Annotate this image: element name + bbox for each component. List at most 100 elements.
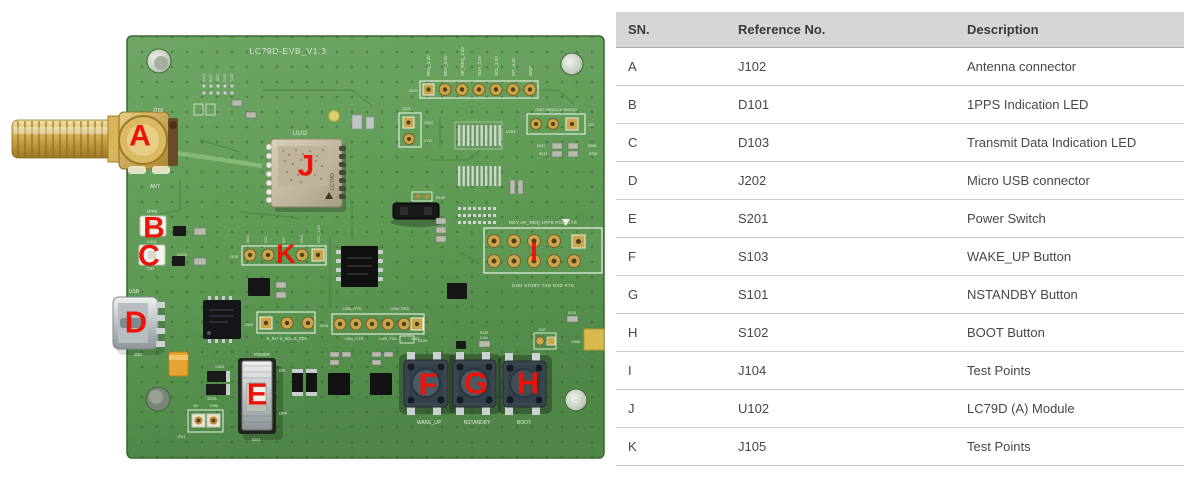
silk-boot: BOOT	[517, 420, 531, 426]
silk-j203-pin2: AP_REQ_3.3V	[460, 47, 465, 76]
silk-power: POWER	[254, 352, 270, 357]
cell-desc: Antenna connector	[955, 48, 1184, 86]
table-row-b: B D101 1PPS Indication LED	[616, 86, 1184, 124]
silk-ant: ANT	[150, 184, 160, 190]
silk-j204: J204	[319, 323, 328, 328]
silk-r129: R129	[418, 339, 427, 343]
marker-j: J	[298, 150, 315, 183]
silk-r236: R236	[589, 152, 598, 156]
cell-ref: S101	[726, 276, 955, 314]
silk-j20: J20	[588, 123, 594, 127]
silk-ref-r501: R501	[216, 74, 220, 82]
table-row-i: I J104 Test Points	[616, 352, 1184, 390]
table-row-a: A J102 Antenna connector	[616, 48, 1184, 86]
cell-ref: D101	[726, 86, 955, 124]
capacitor	[352, 115, 362, 129]
cell-ref: J102	[726, 48, 955, 86]
cell-desc: Transmit Data Indication LED	[955, 124, 1184, 162]
cell-sn: H	[616, 314, 726, 352]
silk-j104-bottom: GND STDBY TXD RXD RTS	[512, 283, 574, 288]
cell-desc: LC79D (A) Module	[955, 390, 1184, 428]
cell-ref: J104	[726, 352, 955, 390]
silk-j103-vcc: VCC	[424, 138, 433, 143]
silk-usb-cts: USB_CTS	[345, 336, 364, 341]
silk-j203-pin0: REQ_3.3V	[426, 55, 431, 76]
marker-g: G	[464, 366, 488, 401]
silk-off: OFF	[279, 411, 288, 416]
silk-r118: R118	[568, 311, 576, 315]
silk-d206a: D206	[588, 144, 597, 148]
silk-j202: J202	[133, 352, 143, 357]
marker-f: F	[419, 367, 438, 402]
silk-j102: J102	[153, 108, 164, 114]
marker-e: E	[247, 377, 268, 412]
silk-j309: J309	[244, 322, 253, 327]
cell-ref: D103	[726, 124, 955, 162]
silk-module-name: LC79D	[330, 173, 336, 190]
silk-j104-top: RDY AP_REQ 1PPS PCQ CTS	[509, 220, 577, 225]
cell-sn: B	[616, 86, 726, 124]
table-row-g: G S101 NSTANDBY Button	[616, 276, 1184, 314]
column-header-sn: SN.	[616, 12, 726, 48]
silk-j105-vcc18: VCC_1.8V	[317, 225, 321, 243]
silk-j203-pin1: RDY_3.3V	[443, 55, 448, 76]
silk-j203: J203	[408, 88, 417, 93]
silk-j105: J105	[229, 254, 238, 259]
silk-nstandby: NSTANDBY	[464, 420, 492, 426]
silk-j103: J103	[402, 106, 411, 111]
marker-c: C	[138, 240, 160, 273]
cell-sn: K	[616, 428, 726, 466]
tantalum-capacitor	[169, 352, 188, 376]
cell-sn: G	[616, 276, 726, 314]
silk-r237: R237	[539, 152, 548, 156]
silk-wakeup: WAKE_UP	[417, 420, 442, 426]
cell-desc: Test Points	[955, 428, 1184, 466]
silk-j203-pin4: SCL_3.3V	[494, 56, 499, 76]
silk-j105-gnd: GND	[300, 234, 304, 243]
silk-5v: 5V	[194, 403, 199, 408]
silk-j105-sda: SDA	[246, 235, 250, 243]
column-header-ref: Reference No.	[726, 12, 955, 48]
silk-usb-rxd: USB_RXD	[391, 306, 410, 311]
silk-u102: U102	[293, 131, 308, 137]
silk-usb-rts: USB_RTS	[343, 306, 362, 311]
marker-i: I	[530, 237, 538, 267]
cell-sn: F	[616, 238, 726, 276]
table-row-e: E S201 Power Switch	[616, 200, 1184, 238]
silk-d207: D207	[537, 144, 546, 148]
manual-page: LC79D-EVB_V1.3 R101 R107 R501 C103 R130	[0, 0, 1200, 479]
silk-ref-r101: R101	[202, 74, 206, 82]
cell-desc: 1PPS Indication LED	[955, 86, 1184, 124]
silk-usb-txd: USB_TXD	[379, 336, 398, 341]
silk-ref-r107: R107	[209, 74, 213, 82]
silk-v203: V203	[506, 129, 516, 134]
cell-desc: Power Switch	[955, 200, 1184, 238]
gold-via	[329, 111, 340, 122]
table-row-j: J U102 LC79D (A) Module	[616, 390, 1184, 428]
table-row-d: D J202 Micro USB connector	[616, 162, 1184, 200]
cell-ref: S102	[726, 314, 955, 352]
cell-ref: S103	[726, 238, 955, 276]
cell-ref: U102	[726, 390, 955, 428]
soic-ic	[336, 246, 383, 287]
cell-desc: Test Points	[955, 352, 1184, 390]
cell-ref: J202	[726, 162, 955, 200]
table-row-h: H S102 BOOT Button	[616, 314, 1184, 352]
silk-j201: J201	[177, 434, 186, 439]
cell-desc: Micro USB connector	[955, 162, 1184, 200]
marker-h: H	[517, 366, 539, 401]
silk-c109: C109	[480, 336, 488, 340]
board-photo: LC79D-EVB_V1.3 R101 R107 R501 C103 R130	[0, 0, 610, 479]
cell-sn: D	[616, 162, 726, 200]
silk-ref-r130: R130	[230, 74, 234, 82]
cell-desc: NSTANDBY Button	[955, 276, 1184, 314]
silk-ref-c103: C103	[223, 74, 227, 82]
cell-ref: S201	[726, 200, 955, 238]
pcb-photo-svg: LC79D-EVB_V1.3 R101 R107 R501 C103 R130	[0, 0, 610, 479]
silk-j203-pin3: SDA_3.3V	[477, 55, 482, 76]
cell-sn: A	[616, 48, 726, 86]
component-reference-table: SN. Reference No. Description A J102 Ant…	[616, 12, 1184, 466]
silk-j103-gnd: GND	[424, 120, 433, 125]
table-row-f: F S103 WAKE_UP Button	[616, 238, 1184, 276]
silk-r105: R105	[436, 196, 445, 200]
